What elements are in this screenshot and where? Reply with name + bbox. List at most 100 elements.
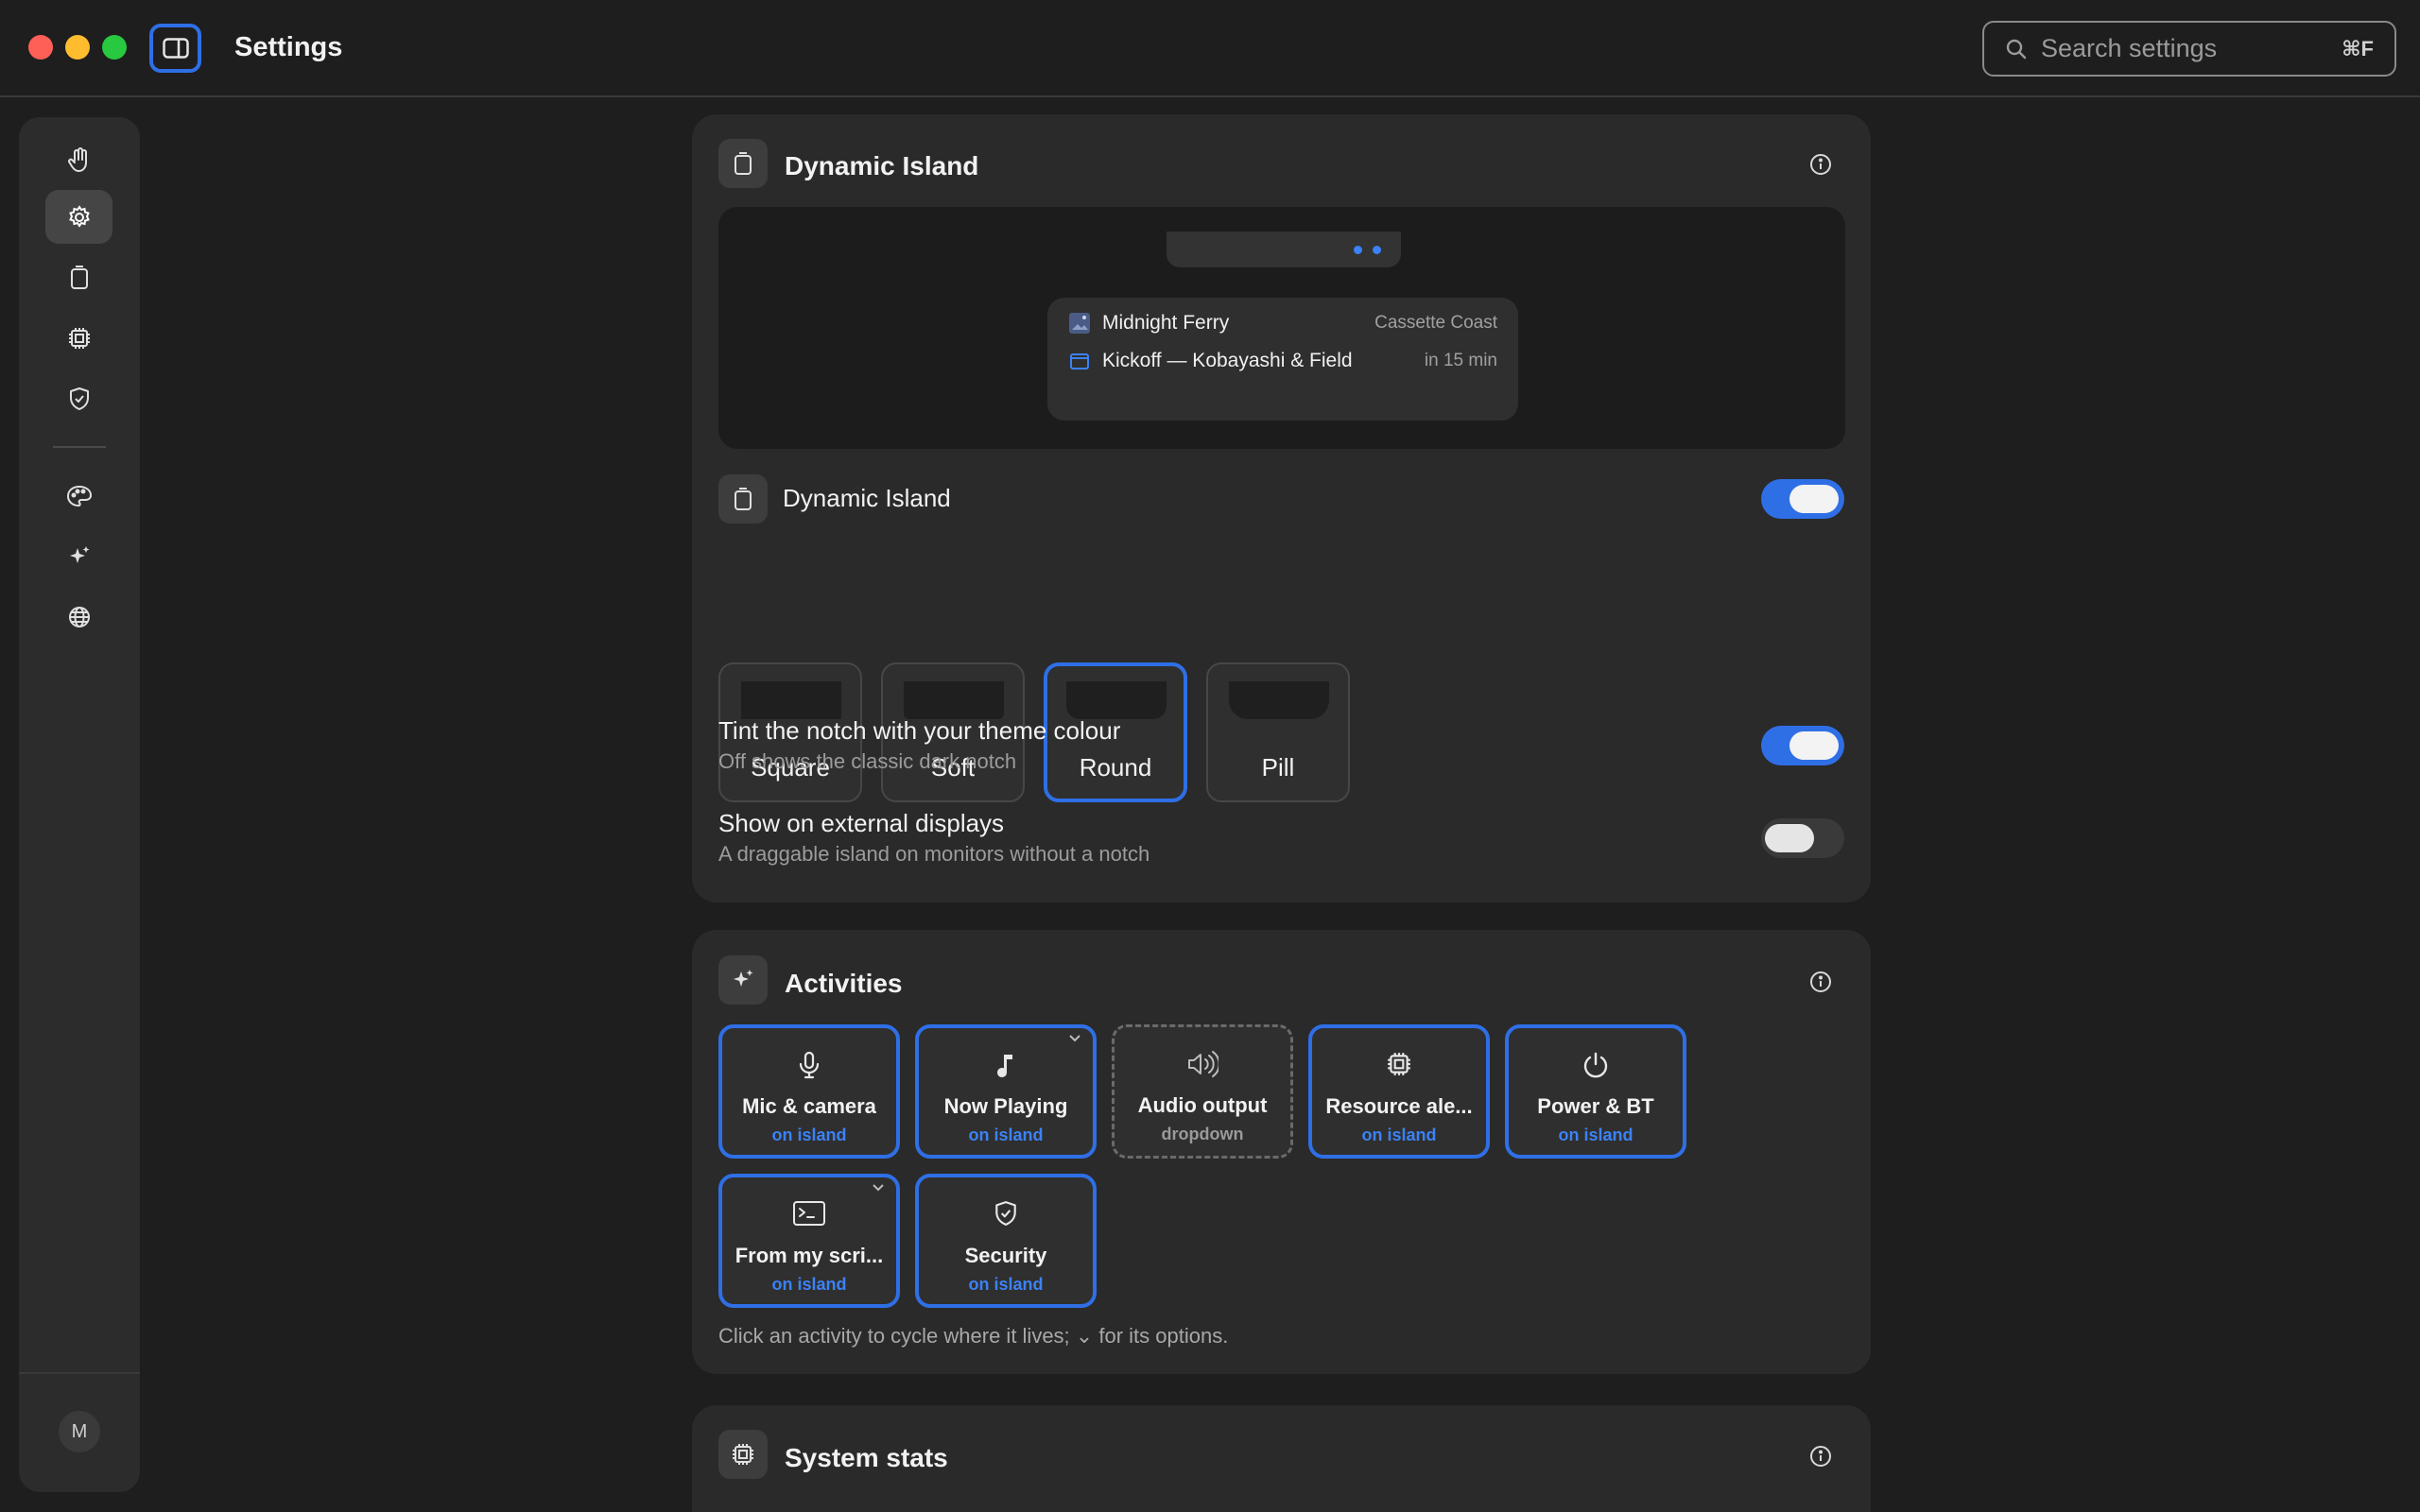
window-title: Settings: [234, 32, 343, 62]
activity-state: dropdown: [1161, 1125, 1244, 1143]
card-header-icon: [718, 955, 768, 1005]
setting-icon: [718, 474, 768, 524]
activity-state: on island: [771, 1275, 847, 1294]
activity-security[interactable]: Security on island: [915, 1174, 1097, 1308]
activity-from-my-scripts[interactable]: From my scri... on island: [718, 1174, 900, 1308]
shape-option-pill[interactable]: Pill: [1206, 662, 1350, 802]
activity-name: Resource ale...: [1325, 1094, 1473, 1118]
hint-text: Click an activity to cycle where it live…: [718, 1324, 1070, 1348]
activity-name: Mic & camera: [742, 1094, 876, 1118]
island-icon: [70, 265, 88, 289]
dynamic-island-toggle[interactable]: [1761, 479, 1844, 519]
island-icon: [735, 488, 752, 510]
tint-description: Off shows the classic dark notch: [718, 749, 1017, 773]
avatar[interactable]: M: [59, 1411, 100, 1452]
activity-name: From my scri...: [735, 1244, 884, 1267]
info-button[interactable]: [1808, 152, 1833, 177]
card-title: Activities: [785, 969, 903, 998]
sidebar-item-security[interactable]: [45, 371, 112, 425]
shape-preview: [1229, 681, 1329, 719]
search-shortcut: ⌘F: [2342, 36, 2374, 60]
sidebar-item-dynamic-island[interactable]: [45, 250, 112, 304]
external-displays-label: Show on external displays: [718, 809, 1005, 837]
activity-resource-alerts[interactable]: Resource ale... on island: [1308, 1024, 1490, 1159]
shield-icon: [995, 1201, 1016, 1226]
window-minimize-button[interactable]: [65, 35, 90, 60]
info-button[interactable]: [1808, 1444, 1833, 1469]
album-art-icon: [1069, 313, 1090, 334]
sidebar-item-gestures[interactable]: [45, 133, 112, 187]
search-field[interactable]: Search settings ⌘F: [1982, 21, 2396, 77]
window-close-button[interactable]: [28, 35, 53, 60]
island-row: Kickoff — Kobayashi & Field in 15 min: [1068, 347, 1497, 375]
notch-preview: [1167, 232, 1401, 267]
tint-toggle[interactable]: [1761, 726, 1844, 765]
hand-icon: [67, 146, 87, 172]
activities-card: Activities Mic & camera on island Now Pl…: [692, 930, 1871, 1374]
chip-icon: [68, 327, 90, 349]
speaker-icon: [1188, 1051, 1219, 1077]
window-zoom-button[interactable]: [102, 35, 127, 60]
terminal-icon: [793, 1201, 825, 1226]
gear-icon: [68, 204, 90, 228]
title-bar: Settings Search settings ⌘F: [0, 0, 2420, 97]
activities-hint: Click an activity to cycle where it live…: [718, 1324, 1228, 1349]
island-icon: [735, 152, 752, 175]
activity-state: on island: [1558, 1125, 1634, 1144]
activity-name: Power & BT: [1537, 1094, 1654, 1118]
activity-audio-output[interactable]: Audio output dropdown: [1112, 1024, 1293, 1159]
shape-preview: [1066, 681, 1167, 719]
sidebar-item-general[interactable]: [45, 190, 112, 244]
activity-now-playing[interactable]: Now Playing on island: [915, 1024, 1097, 1159]
indicator-dot: [1373, 246, 1381, 254]
island-preview: Midnight Ferry Cassette Coast Kickoff — …: [718, 207, 1845, 449]
sidebar-toggle-button[interactable]: [149, 24, 201, 73]
external-displays-description: A draggable island on monitors without a…: [718, 842, 1150, 866]
shield-icon: [69, 387, 89, 410]
activity-mic-camera[interactable]: Mic & camera on island: [718, 1024, 900, 1159]
sparkle-icon: [69, 545, 89, 563]
activity-state: on island: [1361, 1125, 1437, 1144]
power-icon: [1583, 1052, 1608, 1078]
activity-power-bt[interactable]: Power & BT on island: [1505, 1024, 1686, 1159]
search-icon: [2006, 39, 2027, 59]
chevron-down-icon[interactable]: [872, 1183, 885, 1193]
mic-icon: [799, 1051, 820, 1079]
activity-state: on island: [771, 1125, 847, 1144]
chip-icon: [733, 1444, 753, 1465]
island-expanded-preview: Midnight Ferry Cassette Coast Kickoff — …: [1047, 298, 1518, 421]
palette-icon: [66, 485, 92, 507]
sidebar-toggle-icon: [162, 38, 189, 59]
sidebar-divider: [53, 446, 106, 448]
activity-name: Audio output: [1137, 1093, 1268, 1117]
card-header-icon: [718, 1430, 768, 1479]
shape-label: Pill: [1261, 753, 1295, 782]
shape-preview: [741, 681, 841, 719]
chevron-down-icon: ⌄: [1075, 1324, 1094, 1348]
dynamic-island-card: Dynamic Island Midnight Ferry Cassette C…: [692, 114, 1871, 902]
info-icon: [1810, 1446, 1831, 1467]
info-icon: [1810, 971, 1831, 992]
external-displays-toggle[interactable]: [1761, 818, 1844, 858]
now-playing-title: Midnight Ferry: [1102, 312, 1230, 334]
info-button[interactable]: [1808, 970, 1833, 994]
sidebar-item-appearance[interactable]: [45, 469, 112, 523]
system-stats-card: System stats: [692, 1405, 1871, 1512]
calendar-icon: [1070, 353, 1089, 369]
chip-icon: [1388, 1053, 1410, 1075]
sidebar-item-activities[interactable]: [45, 529, 112, 583]
music-note-icon: [997, 1055, 1012, 1077]
tint-label: Tint the notch with your theme colour: [718, 716, 1121, 745]
activity-name: Now Playing: [943, 1094, 1068, 1118]
card-title: System stats: [785, 1443, 948, 1472]
activity-name: Security: [964, 1244, 1047, 1267]
island-row: Midnight Ferry Cassette Coast: [1068, 309, 1497, 337]
sidebar-item-system-stats[interactable]: [45, 311, 112, 365]
chevron-down-icon[interactable]: [1068, 1034, 1081, 1043]
search-placeholder[interactable]: Search settings: [2041, 34, 2342, 63]
shape-label: Round: [1079, 753, 1152, 782]
hint-text: for its options.: [1098, 1324, 1229, 1348]
sidebar-item-language[interactable]: [45, 590, 112, 644]
card-header-icon: [718, 139, 768, 188]
sidebar-footer-divider: [19, 1372, 140, 1374]
